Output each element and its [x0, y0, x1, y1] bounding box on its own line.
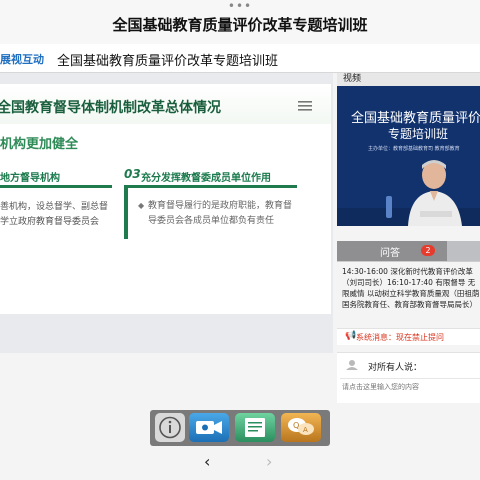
interactive-tab[interactable]: 展视互动	[0, 51, 44, 67]
slide-title: 全国教育督导体制机制改革总体情况	[0, 100, 221, 116]
column1-body: 善机构，设总督学、副总督学立政府教育督导委员会	[0, 202, 109, 227]
megaphone-icon: 📢	[345, 331, 357, 341]
user-icon	[346, 360, 358, 370]
browser-nav-bar	[0, 448, 480, 480]
speaker-figure	[408, 160, 462, 226]
column2-heading: 充分发挥教督委成员单位作用	[141, 173, 271, 184]
info-button[interactable]	[155, 413, 185, 442]
course-title: 全国基础教育质量评价改革专题培训班	[57, 54, 279, 69]
app-title: 全国基础教育质量评价改革专题培训班	[112, 16, 368, 34]
qa-bubble-icon: Q A	[288, 418, 314, 435]
bullet-icon: ◆	[138, 201, 145, 210]
forward-button[interactable]: ›	[266, 452, 272, 471]
window-grabber[interactable]: •••	[0, 0, 480, 12]
column2-number: 03	[124, 167, 141, 181]
svg-text:Q: Q	[293, 421, 299, 430]
slide-section-heading: 机构更加健全	[0, 137, 79, 152]
chat-target-label: 对所有人说：	[368, 363, 423, 373]
video-camera-icon	[196, 421, 222, 434]
video-banner-line2: 专题培训班	[388, 127, 449, 141]
menu-icon[interactable]	[298, 101, 312, 111]
info-icon	[159, 416, 181, 439]
video-banner-caption: 主办单位：教育部基础教育司 教育部教育	[368, 146, 460, 152]
column1-divider	[0, 185, 112, 188]
water-bottle	[386, 196, 392, 218]
back-button[interactable]: ‹	[204, 452, 210, 471]
system-message: 系统消息：现在禁止提问	[356, 333, 444, 342]
qa-count-badge: 2	[421, 245, 435, 256]
column2-accent-bar	[124, 185, 128, 239]
svg-text:A: A	[303, 426, 308, 434]
chat-input[interactable]	[340, 378, 480, 395]
qa-button[interactable]: Q A	[281, 413, 321, 442]
document-button[interactable]	[235, 413, 275, 442]
video-label: 视频	[343, 74, 362, 84]
column2-divider	[124, 185, 297, 188]
column1-heading: 地方督导机构	[0, 173, 60, 184]
tab-qa-label: 问答	[380, 248, 400, 259]
column2-body: 教育督导履行的是政府职能，教育督导委员会各成员单位都负有责任	[148, 201, 293, 226]
tab-secondary[interactable]	[447, 241, 480, 261]
document-icon	[245, 418, 265, 437]
schedule-text: 14:30-16:00 深化新时代教育评价改革（刘司司长）16:10-17:40…	[342, 267, 480, 309]
video-button[interactable]	[189, 413, 229, 442]
video-banner-line1: 全国基础教育质量评价	[351, 111, 480, 126]
